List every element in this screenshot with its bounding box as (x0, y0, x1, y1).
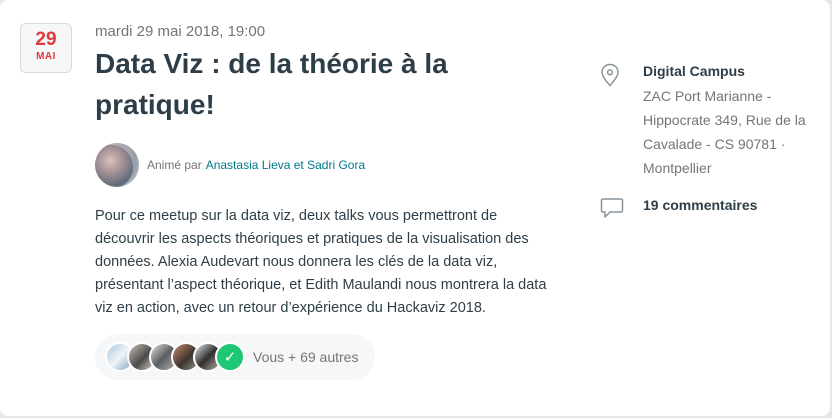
event-datetime: mardi 29 mai 2018, 19:00 (95, 23, 266, 40)
hosts-row: Animé par Anastasia Lieva et Sadri Gora (95, 142, 365, 188)
venue-address: ZAC Port Marianne - Hippocrate 349, Rue … (643, 88, 806, 176)
comments-link[interactable]: 19 commentaires (643, 197, 757, 213)
date-day: 29 (35, 29, 57, 50)
event-title[interactable]: Data Viz : de la théorie à la pratique! (95, 43, 495, 125)
location-pin-icon (601, 63, 619, 87)
speech-bubble-icon (600, 198, 624, 218)
date-month: MAI (36, 51, 56, 62)
hosted-by-label: Animé par (147, 158, 202, 172)
going-checkmark-icon: ✓ (215, 342, 245, 372)
event-card: 29 MAI mardi 29 mai 2018, 19:00 Data Viz… (0, 0, 830, 416)
event-description: Pour ce meetup sur la data viz, deux tal… (95, 208, 547, 316)
host-names-link[interactable]: Anastasia Lieva et Sadri Gora (206, 158, 365, 172)
venue-name[interactable]: Digital Campus (643, 63, 745, 79)
attendees-pill[interactable]: ✓ Vous + 69 autres (95, 334, 375, 380)
host-avatar[interactable] (95, 143, 139, 187)
attendees-count: Vous + 69 autres (253, 349, 359, 365)
date-badge: 29 MAI (20, 23, 72, 73)
